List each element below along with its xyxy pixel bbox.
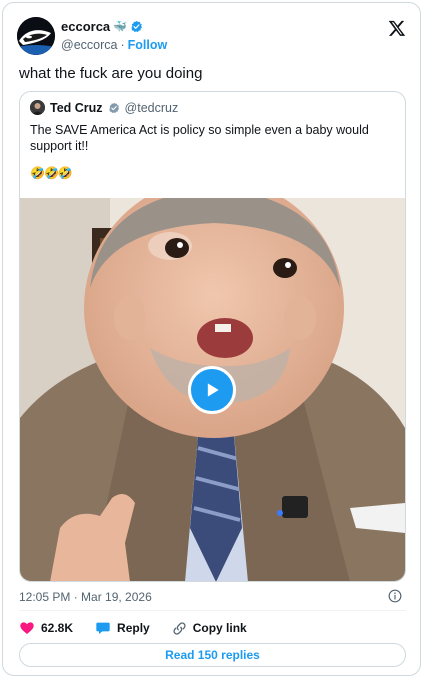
handle-separator: ·	[120, 38, 125, 52]
quoted-post[interactable]: Ted Cruz @tedcruz The SAVE America Act i…	[19, 91, 406, 582]
like-count: 62.8K	[41, 621, 74, 635]
video-player[interactable]	[20, 198, 405, 581]
copy-link-button[interactable]: Copy link	[172, 621, 247, 636]
copy-link-label: Copy link	[192, 621, 247, 635]
reply-bubble-icon	[96, 622, 110, 634]
reply-button[interactable]: Reply	[95, 620, 150, 636]
quoted-post-text: The SAVE America Act is policy so simple…	[30, 123, 369, 153]
quoted-author-handle: @tedcruz	[124, 100, 179, 115]
play-icon	[207, 383, 219, 397]
read-replies-button[interactable]: Read 150 replies	[19, 643, 406, 667]
heart-icon	[20, 622, 34, 634]
author-handle[interactable]: @eccorca	[61, 38, 117, 52]
verified-badge-icon	[131, 20, 142, 32]
quoted-post-header: Ted Cruz @tedcruz	[30, 100, 178, 115]
play-button[interactable]	[188, 366, 236, 414]
embedded-post-card: eccorca 🐳 @eccorca · Follow what the fuc…	[2, 2, 421, 676]
reply-label: Reply	[117, 621, 150, 635]
author-name-row: eccorca 🐳	[61, 19, 143, 34]
tweet-text: what the fuck are you doing	[19, 65, 203, 82]
quoted-author-avatar[interactable]	[30, 100, 45, 115]
author-avatar[interactable]	[17, 17, 55, 55]
info-icon[interactable]	[388, 589, 402, 603]
link-icon	[173, 621, 186, 635]
x-logo-icon[interactable]	[388, 19, 406, 37]
author-handle-row: @eccorca · Follow	[61, 38, 167, 52]
divider	[19, 610, 406, 611]
whale-badge-icon: 🐳	[113, 21, 127, 33]
like-button[interactable]: 62.8K	[19, 620, 73, 636]
quoted-post-emoji: 🤣🤣🤣	[30, 166, 73, 180]
post-timestamp[interactable]: 12:05 PM · Mar 19, 2026	[19, 590, 152, 604]
action-bar: 62.8K Reply Copy link	[19, 620, 269, 636]
follow-button[interactable]: Follow	[128, 38, 168, 52]
quoted-author-name: Ted Cruz	[50, 100, 103, 115]
verified-badge-icon	[108, 102, 119, 113]
author-display-name[interactable]: eccorca	[61, 19, 110, 34]
